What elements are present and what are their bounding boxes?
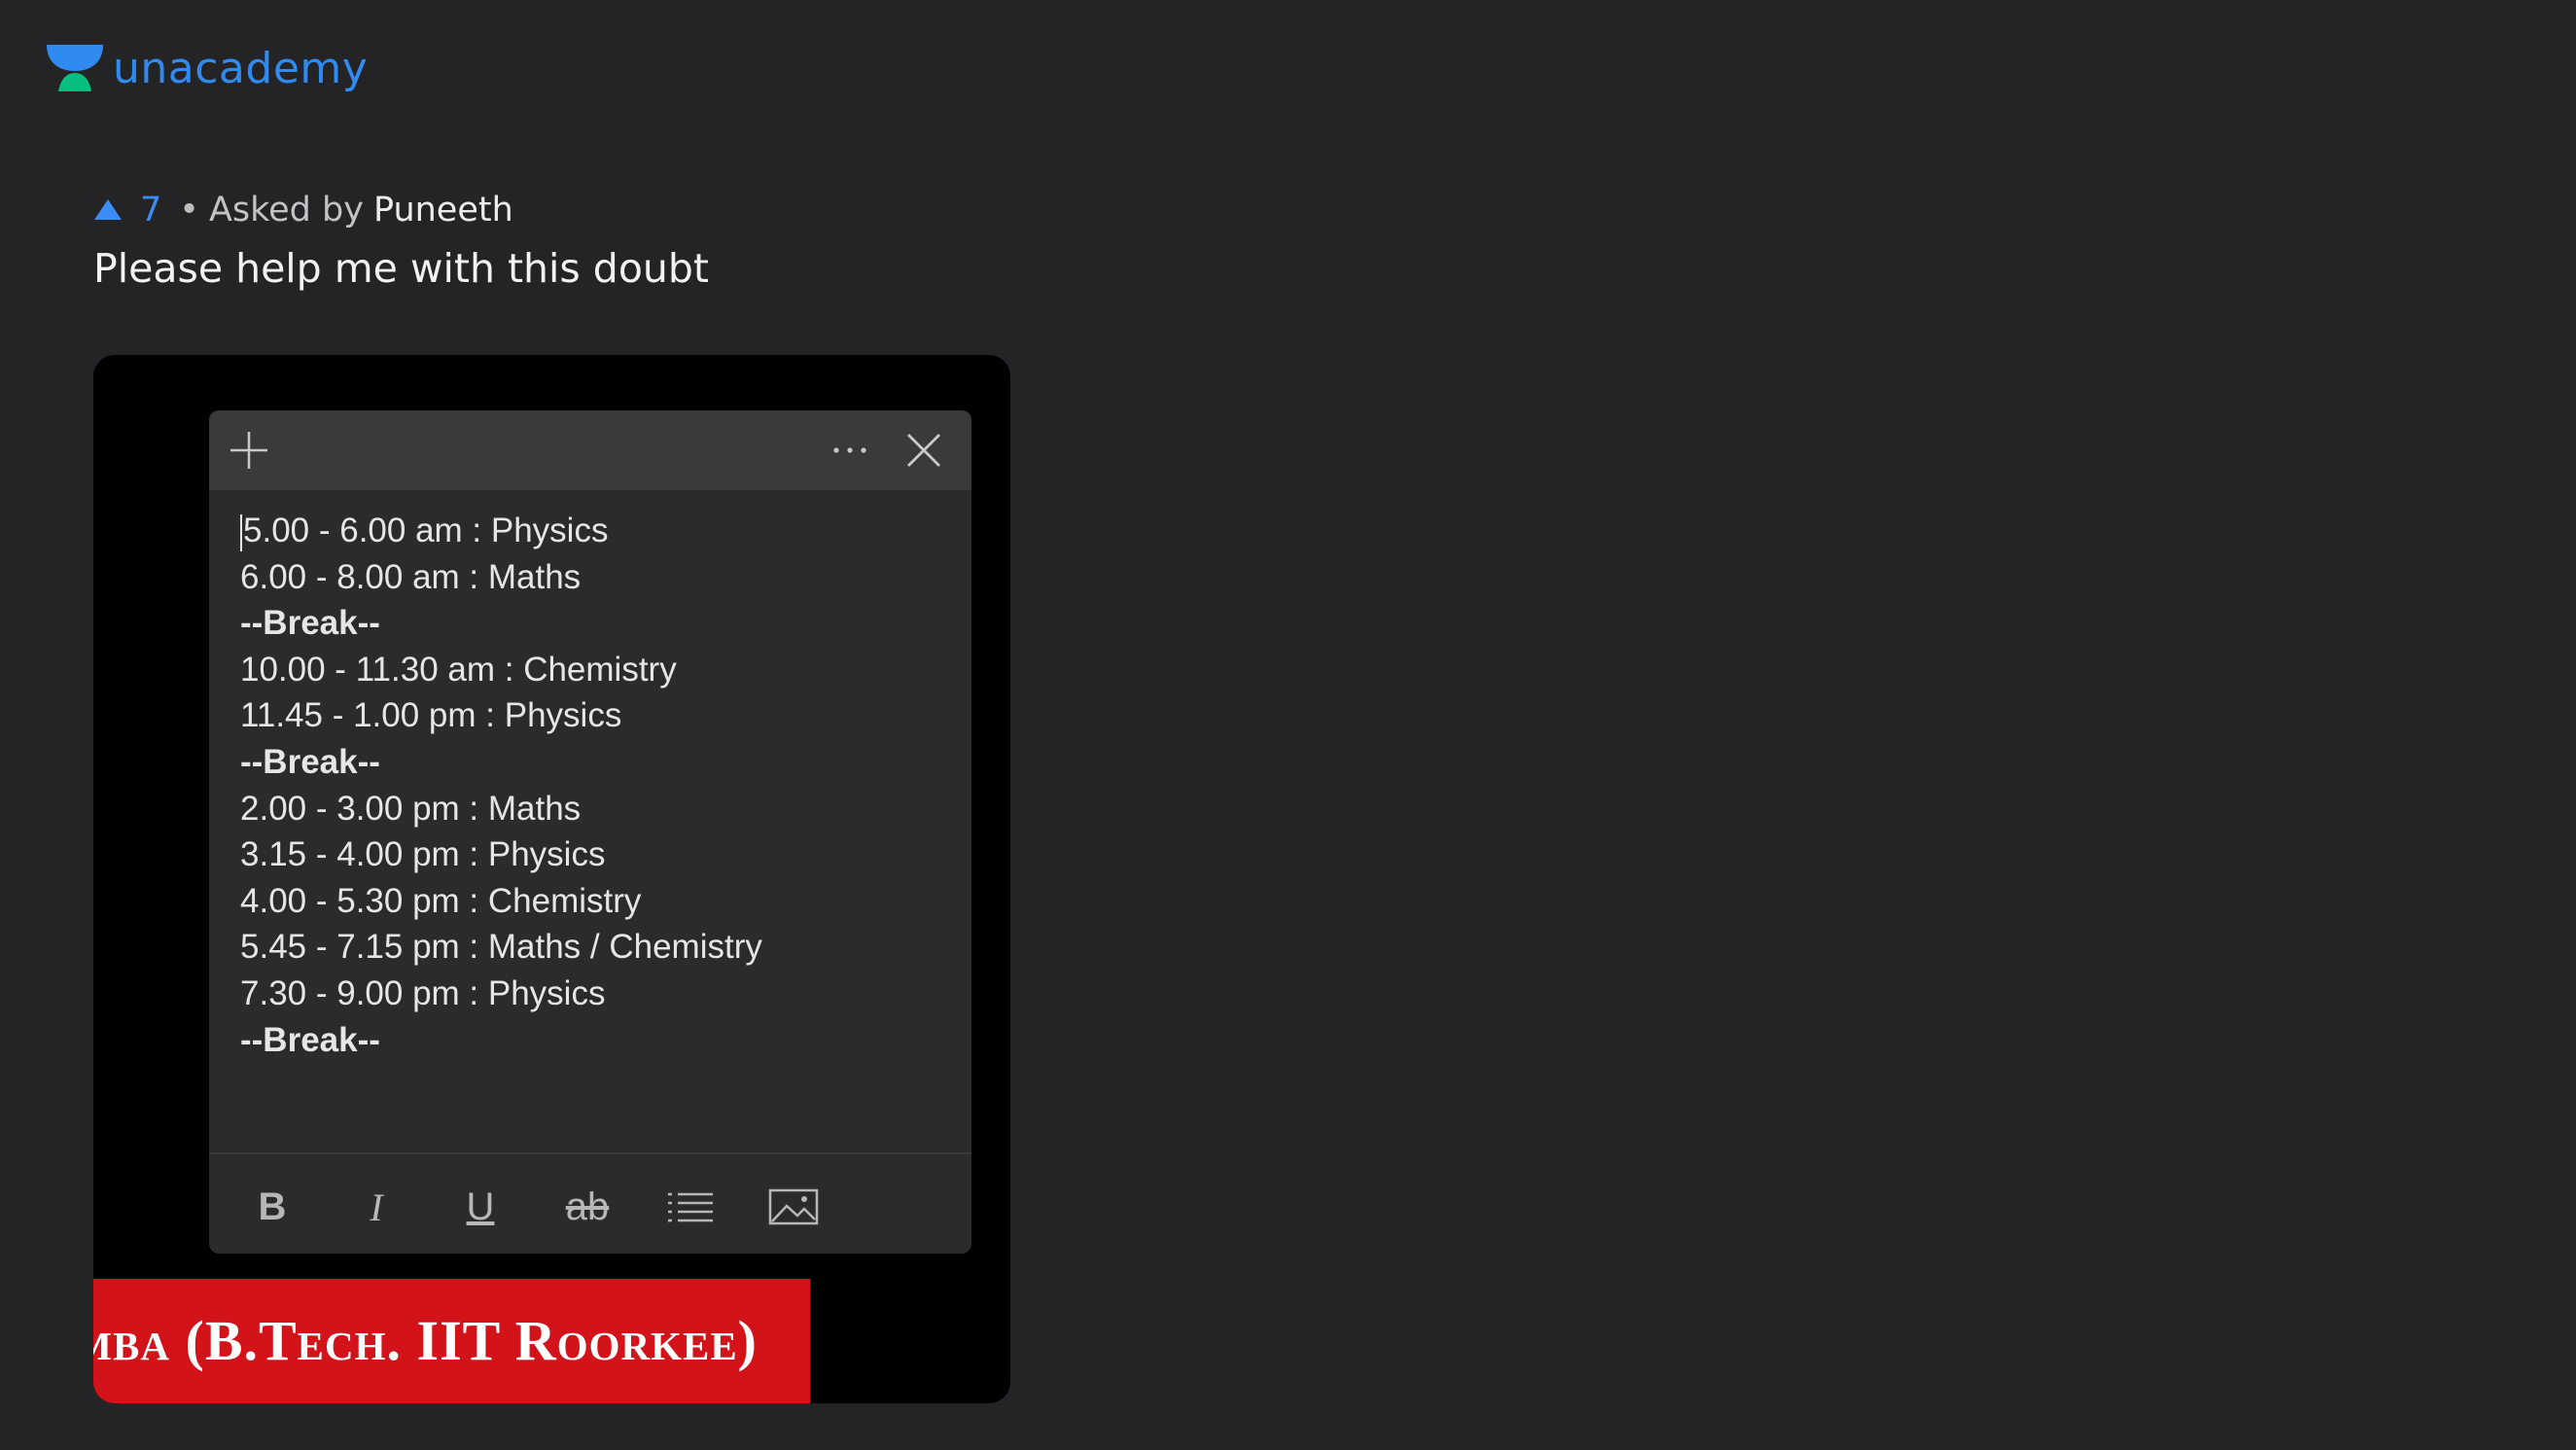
- asked-by-label: Asked by: [208, 191, 364, 230]
- note-line-text: 2.00 - 3.00 pm : Maths: [240, 789, 582, 828]
- sticky-note-window: 5.00 - 6.00 am : Physics 6.00 - 8.00 am :…: [209, 410, 971, 1254]
- note-break-line: --Break--: [240, 1017, 960, 1064]
- note-break-line: --Break--: [240, 600, 960, 647]
- instructor-banner: oomba (B.Tech. IIT Roorkee): [93, 1279, 810, 1403]
- note-line-text: 7.30 - 9.00 pm : Physics: [240, 973, 606, 1012]
- note-schedule-line: 5.00 - 6.00 am : Physics: [240, 508, 960, 554]
- note-line-text: 5.00 - 6.00 am : Physics: [243, 512, 609, 549]
- note-line-text: 5.45 - 7.15 pm : Maths / Chemistry: [240, 928, 762, 967]
- insert-image-icon: [768, 1188, 819, 1225]
- question-meta: 7 • Asked by Puneeth: [93, 187, 513, 233]
- close-icon: [907, 434, 940, 467]
- bold-button: B: [258, 1185, 287, 1228]
- bulleted-list-icon: [668, 1192, 713, 1222]
- strikethrough-button: ab: [565, 1185, 610, 1228]
- note-content: 5.00 - 6.00 am : Physics 6.00 - 8.00 am :…: [240, 508, 960, 1063]
- upvote-count: 7: [140, 191, 162, 230]
- brand-logo[interactable]: unacademy: [45, 39, 368, 97]
- note-schedule-line: 7.30 - 9.00 pm : Physics: [240, 971, 960, 1017]
- note-line-text: 4.00 - 5.30 pm : Chemistry: [240, 881, 642, 920]
- note-line-text: 6.00 - 8.00 am : Maths: [240, 557, 582, 596]
- format-toolbar: B I U ab: [209, 1159, 971, 1254]
- unacademy-logo-icon: [47, 45, 103, 91]
- format-bar-divider: [209, 1152, 971, 1154]
- note-line-text: --Break--: [240, 1020, 380, 1059]
- note-schedule-line: 6.00 - 8.00 am : Maths: [240, 554, 960, 601]
- note-schedule-line: 10.00 - 11.30 am : Chemistry: [240, 647, 960, 693]
- question-text: Please help me with this doubt: [93, 245, 709, 292]
- italic-button: I: [370, 1185, 383, 1229]
- note-schedule-line: 4.00 - 5.30 pm : Chemistry: [240, 878, 960, 925]
- text-cursor: [240, 513, 242, 551]
- underline-button: U: [466, 1185, 495, 1228]
- note-schedule-line: 3.15 - 4.00 pm : Physics: [240, 831, 960, 878]
- plus-icon: [230, 432, 267, 469]
- note-schedule-line: 2.00 - 3.00 pm : Maths: [240, 786, 960, 832]
- brand-name: unacademy: [113, 43, 369, 93]
- question-attachment-image[interactable]: 5.00 - 6.00 am : Physics 6.00 - 8.00 am :…: [93, 355, 1010, 1403]
- asker-name[interactable]: Puneeth: [373, 191, 513, 230]
- upvote-icon[interactable]: [93, 198, 123, 222]
- note-line-text: 3.15 - 4.00 pm : Physics: [240, 835, 606, 874]
- note-schedule-line: 5.45 - 7.15 pm : Maths / Chemistry: [240, 924, 960, 971]
- note-titlebar: [209, 410, 971, 490]
- note-schedule-line: 11.45 - 1.00 pm : Physics: [240, 692, 960, 739]
- banner-text: oomba (B.Tech. IIT Roorkee): [93, 1309, 758, 1372]
- more-options-icon: [833, 447, 866, 453]
- meta-separator: •: [179, 191, 199, 230]
- note-line-text: 10.00 - 11.30 am : Chemistry: [240, 650, 677, 689]
- note-break-line: --Break--: [240, 739, 960, 786]
- question-page: unacademy 7 • Asked by Puneeth Please he…: [0, 0, 2576, 1450]
- note-line-text: --Break--: [240, 604, 380, 643]
- note-line-text: 11.45 - 1.00 pm : Physics: [240, 696, 622, 735]
- note-line-text: --Break--: [240, 742, 380, 781]
